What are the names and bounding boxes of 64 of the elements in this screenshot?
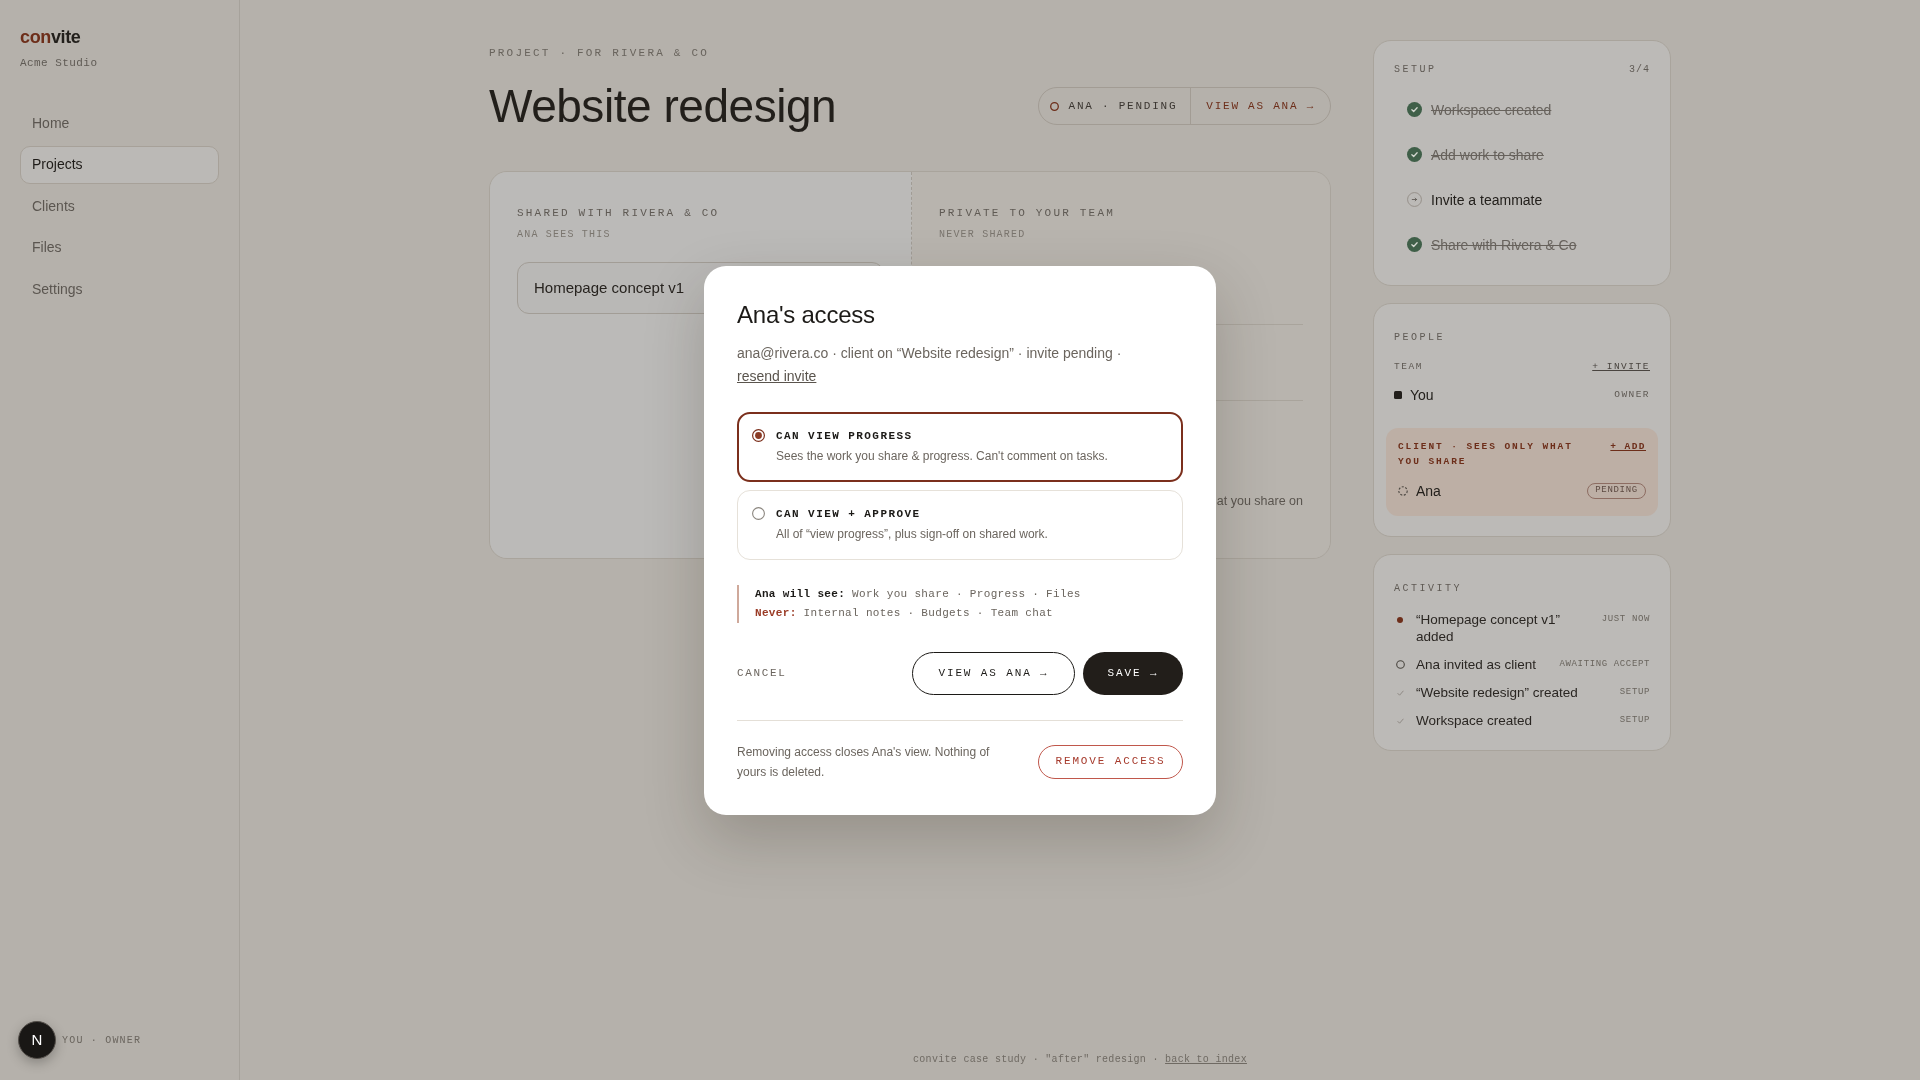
setup-step: Invite a teammate xyxy=(1431,190,1543,209)
dialog-description: ana@rivera.co · client on “Website redesign” · invite pending · resend invite xyxy=(737,343,1123,386)
radio-icon xyxy=(752,507,765,520)
setup-step: Share with Rivera & Co xyxy=(1431,235,1577,254)
nav-item[interactable]: Clients xyxy=(20,187,219,225)
nav-item[interactable]: Home xyxy=(20,104,219,142)
check-circle-icon xyxy=(1407,147,1422,162)
section-title: PEOPLE xyxy=(1394,331,1446,344)
group-label: CLIENT · SEES ONLY WHAT YOU SHARE xyxy=(1398,440,1574,469)
check-icon xyxy=(1396,689,1404,696)
setup-step: Workspace created xyxy=(1431,100,1552,119)
section-title: ACTIVITY xyxy=(1394,582,1463,595)
visibility-line: Ana will see: Work you share · Progress · Files xyxy=(755,586,1082,602)
column-subtitle: ANA SEES THIS xyxy=(517,228,612,241)
cancel-button[interactable]: CANCEL xyxy=(737,666,787,680)
radio-icon xyxy=(752,429,765,442)
removal-note: Removing access closes Ana's view. Nothing of yours is deleted. xyxy=(737,743,991,781)
activity-time: JUST NOW xyxy=(1601,613,1650,626)
footer-note: convite case study · "after" redesign · back to index xyxy=(913,1053,1247,1066)
activity-text: Workspace created xyxy=(1416,712,1534,729)
ring-icon xyxy=(1395,660,1405,669)
add-link[interactable]: + ADD xyxy=(1610,439,1646,454)
access-option[interactable]: CAN VIEW + APPROVE All of “view progress”, plus sign-off on shared work. xyxy=(737,489,1183,560)
member-role: OWNER xyxy=(1614,389,1650,401)
resend-invite-link[interactable]: resend invite xyxy=(737,367,817,384)
logo: convite xyxy=(20,26,81,48)
activity-time: SETUP xyxy=(1619,714,1650,727)
workspace-name: Acme Studio xyxy=(20,56,98,70)
nav-item[interactable]: Projects xyxy=(20,145,219,184)
check-circle-icon xyxy=(1407,102,1422,117)
ring-icon xyxy=(1049,101,1059,111)
nav-item[interactable]: Settings xyxy=(20,270,219,308)
square-icon xyxy=(1394,391,1402,399)
section-title: SETUP xyxy=(1394,63,1437,76)
activity-text: Ana invited as client xyxy=(1416,656,1538,673)
user-role: YOU · OWNER xyxy=(62,1033,142,1047)
progress-count: 3/4 xyxy=(1629,63,1650,76)
column-title: PRIVATE TO YOUR TEAM xyxy=(939,206,1117,220)
visibility-line: Never: Internal notes · Budgets · Team chat xyxy=(755,605,1055,621)
group-label: TEAM xyxy=(1394,361,1423,373)
activity-time: AWAITING ACCEPT xyxy=(1559,658,1650,671)
column-subtitle: NEVER SHARED xyxy=(939,228,1027,241)
check-icon xyxy=(1396,717,1404,724)
arrow-circle-icon xyxy=(1407,192,1422,207)
dashed-circle-icon xyxy=(1398,486,1408,496)
member-name: Ana xyxy=(1416,482,1441,500)
activity-text: “Homepage concept v1” added xyxy=(1416,611,1562,645)
setup-step: Add work to share xyxy=(1431,145,1544,164)
status-text: ANA · PENDING xyxy=(1068,99,1178,113)
save-button[interactable]: SAVE → xyxy=(1083,651,1183,695)
activity-text: “Website redesign” created xyxy=(1416,684,1579,701)
view-as-button[interactable]: VIEW AS ANA → xyxy=(1190,88,1330,124)
page-title: Website redesign xyxy=(489,80,837,132)
nav-item[interactable]: Files xyxy=(20,228,219,267)
access-option[interactable]: CAN VIEW PROGRESS Sees the work you share & progress. Can't comment on tasks. xyxy=(737,411,1183,482)
project-eyebrow: PROJECT · FOR RIVERA & CO xyxy=(489,46,710,60)
dot-icon xyxy=(1397,616,1403,623)
activity-time: SETUP xyxy=(1619,686,1650,699)
member-name: You xyxy=(1410,386,1434,404)
private-note: at you share on xyxy=(1216,493,1303,510)
avatar[interactable]: N xyxy=(18,1021,56,1059)
column-title: SHARED WITH RIVERA & CO xyxy=(517,206,721,220)
check-circle-icon xyxy=(1407,237,1422,252)
invite-link[interactable]: + INVITE xyxy=(1592,361,1650,373)
